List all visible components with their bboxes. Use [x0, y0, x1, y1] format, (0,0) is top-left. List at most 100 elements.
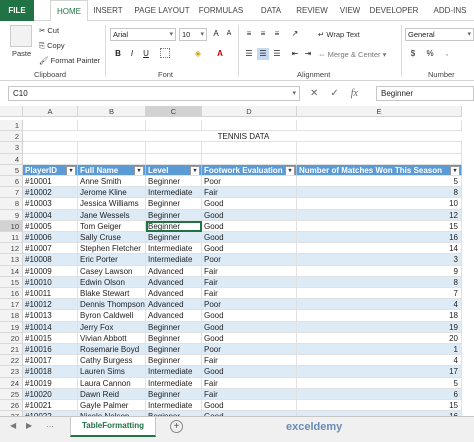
row-header[interactable]: 9: [0, 209, 23, 221]
table-cell[interactable]: 9: [297, 265, 462, 277]
table-cell[interactable]: 4: [297, 299, 462, 311]
row-header[interactable]: 14: [0, 265, 23, 277]
row-header[interactable]: 10: [0, 220, 23, 232]
row-header[interactable]: 5: [0, 164, 23, 176]
row-header[interactable]: 11: [0, 232, 23, 244]
font-color-icon[interactable]: A: [214, 48, 226, 60]
table-cell[interactable]: 8: [297, 276, 462, 288]
table-cell[interactable]: Advanced: [146, 265, 202, 277]
table-cell[interactable]: Anne Smith: [78, 176, 146, 188]
row-header[interactable]: 25: [0, 388, 23, 400]
empty-cell[interactable]: [78, 120, 146, 132]
tab-file[interactable]: FILE: [0, 0, 34, 21]
increase-font-icon[interactable]: A: [210, 28, 222, 40]
table-cell[interactable]: Eric Porter: [78, 254, 146, 266]
row-header[interactable]: 16: [0, 288, 23, 300]
align-right-icon[interactable]: ☰: [271, 48, 283, 60]
cut-button[interactable]: ✂ Cut: [39, 26, 59, 35]
row-header[interactable]: 24: [0, 377, 23, 389]
underline-button[interactable]: U: [140, 48, 152, 60]
column-header-c[interactable]: C: [146, 106, 202, 117]
table-cell[interactable]: Fair: [202, 187, 297, 199]
table-header-cell[interactable]: Number of Matches Won This Season: [297, 164, 462, 176]
table-cell[interactable]: Advanced: [146, 310, 202, 322]
table-cell[interactable]: 15: [297, 220, 462, 232]
row-header[interactable]: 21: [0, 344, 23, 356]
table-cell[interactable]: 5: [297, 377, 462, 389]
empty-cell[interactable]: [202, 153, 297, 165]
table-cell[interactable]: #10010: [23, 276, 78, 288]
table-cell[interactable]: 20: [297, 332, 462, 344]
sheet-nav-next-icon[interactable]: ▶: [26, 421, 32, 430]
table-cell[interactable]: #10002: [23, 187, 78, 199]
table-cell[interactable]: Intermediate: [146, 400, 202, 412]
table-cell[interactable]: Edwin Olson: [78, 276, 146, 288]
table-cell[interactable]: Poor: [202, 344, 297, 356]
wrap-text-button[interactable]: ↵ Wrap Text: [318, 30, 360, 39]
format-painter-button[interactable]: 🖌 Format Painter: [39, 56, 100, 65]
table-cell[interactable]: #10006: [23, 232, 78, 244]
table-cell[interactable]: Jane Wessels: [78, 209, 146, 221]
table-cell[interactable]: Jessica Williams: [78, 198, 146, 210]
empty-cell[interactable]: [78, 153, 146, 165]
tab-review[interactable]: REVIEW: [292, 0, 332, 21]
table-cell[interactable]: 4: [297, 355, 462, 367]
table-cell[interactable]: Fair: [202, 265, 297, 277]
table-header-cell[interactable]: PlayerID: [23, 164, 78, 176]
empty-cell[interactable]: [297, 153, 462, 165]
table-cell[interactable]: Tom Geiger: [78, 220, 146, 232]
column-header-a[interactable]: A: [23, 106, 78, 117]
table-cell[interactable]: Fair: [202, 377, 297, 389]
table-cell[interactable]: Lauren Sims: [78, 366, 146, 378]
tab-developer[interactable]: DEVELOPER: [369, 0, 419, 21]
table-cell[interactable]: Fair: [202, 288, 297, 300]
orientation-icon[interactable]: ↗: [289, 28, 301, 40]
table-cell[interactable]: #10021: [23, 400, 78, 412]
empty-cell[interactable]: [202, 142, 297, 154]
table-cell[interactable]: Jerry Fox: [78, 321, 146, 333]
tab-page-layout[interactable]: PAGE LAYOUT: [132, 0, 192, 21]
table-cell[interactable]: Intermediate: [146, 243, 202, 255]
table-cell[interactable]: #10005: [23, 220, 78, 232]
table-cell[interactable]: 6: [297, 388, 462, 400]
increase-indent-icon[interactable]: ⇥: [302, 48, 314, 60]
row-header[interactable]: 3: [0, 142, 23, 154]
sheet-title[interactable]: TENNIS DATA: [23, 131, 462, 143]
row-header[interactable]: 15: [0, 276, 23, 288]
table-cell[interactable]: Advanced: [146, 299, 202, 311]
table-cell[interactable]: #10007: [23, 243, 78, 255]
table-cell[interactable]: 16: [297, 232, 462, 244]
table-cell[interactable]: 17: [297, 366, 462, 378]
table-cell[interactable]: Jerome Kline: [78, 187, 146, 199]
table-cell[interactable]: Good: [202, 243, 297, 255]
table-cell[interactable]: 8: [297, 187, 462, 199]
table-cell[interactable]: Beginner: [146, 388, 202, 400]
row-header[interactable]: 2: [0, 131, 23, 143]
empty-cell[interactable]: [146, 153, 202, 165]
table-cell[interactable]: Intermediate: [146, 254, 202, 266]
row-header[interactable]: 7: [0, 187, 23, 199]
table-cell[interactable]: Good: [202, 232, 297, 244]
cancel-icon[interactable]: ✕: [310, 88, 318, 99]
font-name-select[interactable]: Arial: [110, 28, 176, 41]
table-cell[interactable]: Beginner: [146, 198, 202, 210]
fx-button[interactable]: fx: [351, 88, 358, 99]
empty-cell[interactable]: [146, 142, 202, 154]
currency-icon[interactable]: $: [407, 48, 419, 60]
align-left-icon[interactable]: ☰: [243, 48, 255, 60]
fill-color-icon[interactable]: ◈: [192, 48, 204, 60]
row-header[interactable]: 4: [0, 153, 23, 165]
italic-button[interactable]: I: [126, 48, 138, 60]
row-header[interactable]: 23: [0, 366, 23, 378]
table-cell[interactable]: 1: [297, 344, 462, 356]
table-cell[interactable]: Fair: [202, 276, 297, 288]
table-cell[interactable]: Good: [202, 400, 297, 412]
row-header[interactable]: 20: [0, 332, 23, 344]
table-cell[interactable]: #10011: [23, 288, 78, 300]
table-cell[interactable]: Intermediate: [146, 187, 202, 199]
table-cell[interactable]: #10008: [23, 254, 78, 266]
table-cell[interactable]: Beginner: [146, 321, 202, 333]
table-cell[interactable]: Stephen Fletcher: [78, 243, 146, 255]
table-cell[interactable]: Poor: [202, 299, 297, 311]
empty-cell[interactable]: [23, 153, 78, 165]
